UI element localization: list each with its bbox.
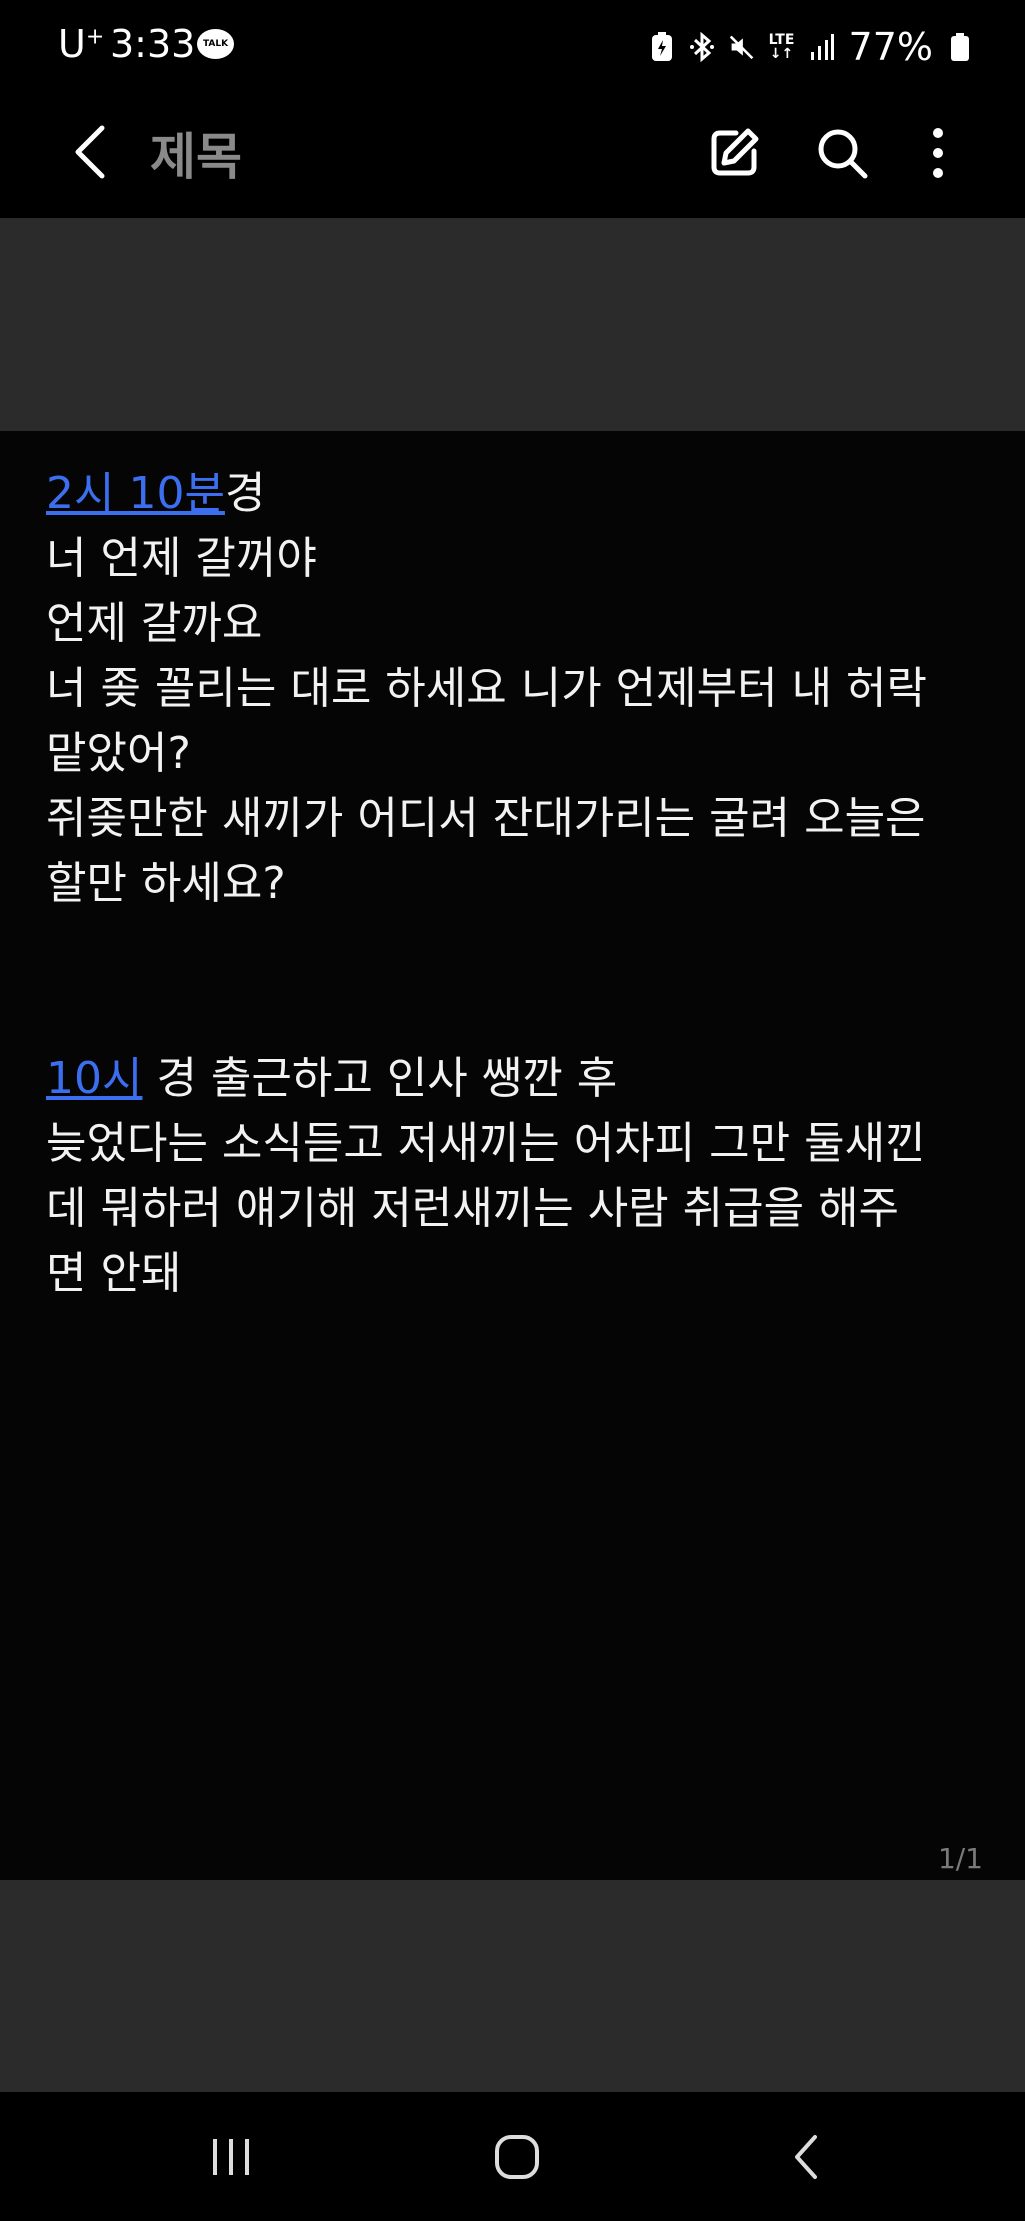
note-line: 쥐좆만한 새끼가 어디서 잔대가리는 굴려 오늘은 xyxy=(46,793,926,844)
battery-icon xyxy=(947,31,973,63)
edit-icon[interactable] xyxy=(694,113,774,193)
recent-apps-icon[interactable] xyxy=(191,2122,271,2192)
note-line: 데 뭐하러 얘기해 저런새끼는 사람 취급을 해주 xyxy=(46,1183,900,1234)
battery-percent: 77% xyxy=(848,25,933,69)
status-time: 3:33 xyxy=(110,22,196,66)
bottom-panel xyxy=(0,1880,1025,2092)
note-line: 10시 경 출근하고 인사 쌩깐 후 xyxy=(46,1053,618,1104)
home-icon[interactable] xyxy=(477,2122,557,2192)
kakaotalk-notification-icon: TALK xyxy=(197,29,234,59)
note-line: 너 언제 갈꺼야 xyxy=(46,533,317,584)
status-icons: LTE ↓↑ 77% xyxy=(649,22,973,72)
carrier-label: U+ xyxy=(58,22,105,66)
note-line: 할만 하세요? xyxy=(46,858,286,909)
signal-icon xyxy=(809,31,835,63)
note-line: 2시 10분경 xyxy=(46,468,266,519)
note-body[interactable]: 2시 10분경 너 언제 갈꺼야 언제 갈까요 너 좆 꼴리는 대로 하세요 니… xyxy=(46,461,986,1306)
status-bar: U+ 3:33 TALK LTE ↓↑ 77% xyxy=(0,0,1025,95)
top-panel xyxy=(0,219,1025,431)
note-line: 맡았어? xyxy=(46,728,191,779)
time-link[interactable]: 10시 xyxy=(46,1053,142,1104)
note-line: 너 좆 꼴리는 대로 하세요 니가 언제부터 내 허락 xyxy=(46,663,928,714)
more-vertical-icon[interactable] xyxy=(898,113,978,193)
navigation-bar xyxy=(0,2092,1025,2221)
note-line: 늦었다는 소식듣고 저새끼는 어차피 그만 둘새낀 xyxy=(46,1118,926,1169)
app-bar: 제목 xyxy=(0,95,1025,219)
page-indicator: 1/1 xyxy=(937,1842,983,1875)
battery-saver-icon xyxy=(649,31,675,63)
back-icon[interactable] xyxy=(766,2122,846,2192)
bluetooth-icon xyxy=(689,31,715,63)
lte-data-icon: LTE ↓↑ xyxy=(768,32,795,62)
time-link[interactable]: 2시 10분 xyxy=(46,468,225,519)
mute-icon xyxy=(729,31,755,63)
back-arrow-icon[interactable] xyxy=(60,117,120,187)
page-title[interactable]: 제목 xyxy=(150,117,242,189)
note-line: 언제 갈까요 xyxy=(46,598,263,649)
search-icon[interactable] xyxy=(802,113,882,193)
note-line: 면 안돼 xyxy=(46,1248,182,1299)
